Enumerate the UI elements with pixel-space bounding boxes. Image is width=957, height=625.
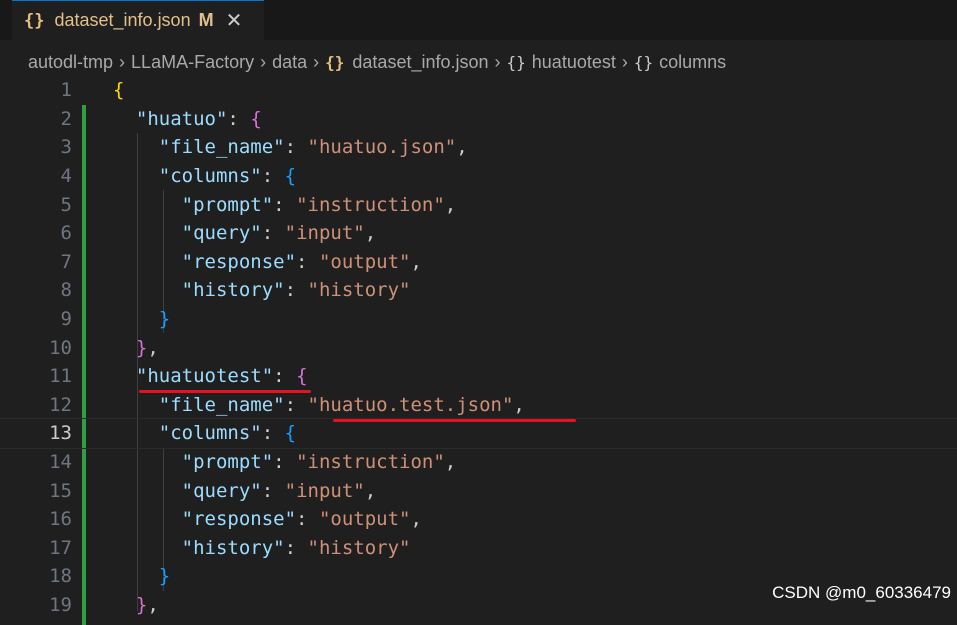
- code-line[interactable]: 12 "file_name": "huatuo.test.json",: [0, 391, 957, 420]
- line-number: 14: [49, 451, 72, 474]
- code-line[interactable]: 6 "query": "input",: [0, 219, 957, 248]
- code-line[interactable]: 3 "file_name": "huatuo.json",: [0, 133, 957, 162]
- code-text: },: [135, 594, 159, 617]
- code-text: "columns": {: [158, 422, 297, 445]
- code-text: "columns": {: [158, 165, 297, 188]
- code-line[interactable]: 13 "columns": {: [0, 418, 957, 449]
- line-number: 7: [60, 250, 72, 273]
- chevron-right-icon: ›: [621, 51, 628, 72]
- breadcrumb: autodl-tmp › LLaMA-Factory › data › {} d…: [28, 48, 726, 76]
- breadcrumb-item-llama-factory[interactable]: LLaMA-Factory: [131, 52, 254, 73]
- code-text: "file_name": "huatuo.test.json",: [158, 393, 525, 416]
- line-number: 6: [60, 222, 72, 245]
- line-number: 13: [49, 422, 72, 445]
- code-line[interactable]: 15 "query": "input",: [0, 476, 957, 505]
- breadcrumb-item-data[interactable]: data: [272, 52, 307, 73]
- code-line[interactable]: 16 "response": "output",: [0, 505, 957, 534]
- code-text: "history": "history": [181, 536, 411, 559]
- breadcrumb-item-huatuotest[interactable]: huatuotest: [532, 52, 616, 73]
- breadcrumb-item-autodl-tmp[interactable]: autodl-tmp: [28, 52, 113, 73]
- code-editor[interactable]: 1{2 "huatuo": {3 "file_name": "huatuo.js…: [0, 76, 957, 625]
- code-line[interactable]: 10 },: [0, 333, 957, 362]
- code-text: "query": "input",: [181, 222, 377, 245]
- chevron-right-icon: ›: [260, 51, 267, 72]
- line-number: 15: [49, 479, 72, 502]
- close-icon[interactable]: ✕: [226, 8, 243, 33]
- chevron-right-icon: ›: [119, 51, 126, 72]
- code-line[interactable]: 9 }: [0, 305, 957, 334]
- chevron-right-icon: ›: [494, 51, 501, 72]
- code-text: "query": "input",: [181, 479, 377, 502]
- line-number: 2: [60, 107, 72, 130]
- code-text: }: [158, 565, 171, 588]
- chevron-right-icon: ›: [313, 51, 320, 72]
- code-text: {: [113, 79, 125, 102]
- json-file-icon: {}: [24, 10, 45, 31]
- line-number: 9: [60, 308, 72, 331]
- code-line[interactable]: 8 "history": "history": [0, 276, 957, 305]
- modified-badge: M: [198, 10, 214, 30]
- line-number: 1: [60, 79, 72, 102]
- line-number: 3: [60, 136, 72, 159]
- code-text: "response": "output",: [181, 508, 422, 531]
- line-number: 11: [49, 365, 72, 388]
- code-text: "response": "output",: [181, 250, 422, 273]
- line-number: 10: [49, 336, 72, 359]
- code-text: "huatuotest": {: [135, 365, 308, 388]
- code-line[interactable]: 4 "columns": {: [0, 162, 957, 191]
- code-text: }: [158, 308, 171, 331]
- code-line[interactable]: 1{: [0, 76, 957, 105]
- code-line[interactable]: 5 "prompt": "instruction",: [0, 190, 957, 219]
- line-number: 18: [49, 565, 72, 588]
- tab-bar: {} dataset_info.json M ✕: [0, 0, 957, 40]
- object-icon: {}: [506, 52, 526, 72]
- code-text: "prompt": "instruction",: [181, 193, 457, 216]
- line-number: 5: [60, 193, 72, 216]
- line-number: 12: [49, 393, 72, 416]
- code-line[interactable]: 14 "prompt": "instruction",: [0, 448, 957, 477]
- line-number: 16: [49, 508, 72, 531]
- line-number: 19: [49, 594, 72, 617]
- code-text: "file_name": "huatuo.json",: [158, 136, 468, 159]
- breadcrumb-item-file[interactable]: dataset_info.json: [352, 52, 488, 73]
- code-line[interactable]: 7 "response": "output",: [0, 248, 957, 277]
- code-line[interactable]: 11 "huatuotest": {: [0, 362, 957, 391]
- tab-label: dataset_info.json: [54, 10, 191, 30]
- tab-dataset-info-json[interactable]: {} dataset_info.json M ✕: [12, 0, 264, 40]
- code-text: },: [135, 336, 159, 359]
- json-file-icon: {}: [325, 52, 345, 72]
- breadcrumb-item-columns[interactable]: columns: [659, 52, 726, 73]
- code-text: "prompt": "instruction",: [181, 451, 457, 474]
- code-line[interactable]: 2 "huatuo": {: [0, 105, 957, 134]
- code-text: "history": "history": [181, 279, 411, 302]
- object-icon: {}: [633, 52, 654, 72]
- watermark: CSDN @m0_60336479: [772, 583, 951, 602]
- line-number: 8: [60, 279, 72, 302]
- code-line[interactable]: 17 "history": "history": [0, 534, 957, 563]
- line-number: 17: [49, 536, 72, 559]
- code-text: "huatuo": {: [135, 107, 262, 130]
- line-number: 4: [60, 165, 72, 188]
